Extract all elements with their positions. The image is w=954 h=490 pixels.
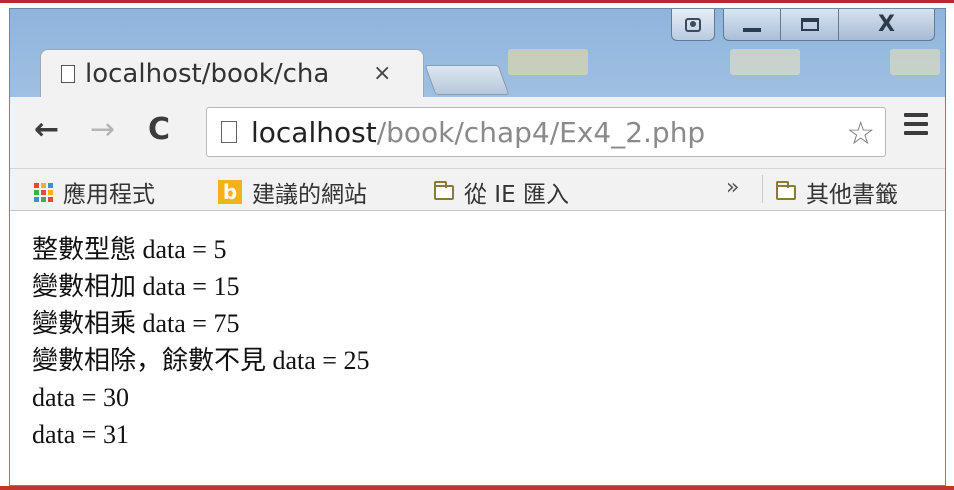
minimize-button[interactable] bbox=[723, 9, 781, 41]
back-icon[interactable]: ← bbox=[34, 115, 59, 145]
maximize-icon bbox=[800, 18, 819, 31]
bookmarks-bar: 應用程式 b 建議的網站 從 IE 匯入 » 其他書籤 bbox=[10, 169, 945, 211]
bookmarks-divider bbox=[762, 175, 763, 203]
url-path: /book/chap4/Ex4_2.php bbox=[376, 115, 706, 149]
bookmark-apps[interactable]: 應用程式 bbox=[34, 175, 155, 209]
chevron-double-right-icon: » bbox=[726, 175, 740, 200]
folder-icon bbox=[776, 180, 796, 200]
profile-icon bbox=[685, 17, 701, 32]
close-icon: X bbox=[878, 12, 895, 37]
bookmark-other-label: 其他書籤 bbox=[806, 182, 898, 208]
bing-icon: b bbox=[218, 180, 242, 204]
browser-window: X localhost/book/cha × ← → C localhost/b… bbox=[9, 8, 946, 486]
tab-close-icon[interactable]: × bbox=[373, 61, 391, 86]
reload-icon[interactable]: C bbox=[148, 115, 170, 145]
bookmark-other[interactable]: 其他書籤 bbox=[776, 175, 898, 209]
new-tab-button[interactable] bbox=[424, 65, 510, 95]
output-line: 整數型態 data = 5 bbox=[32, 235, 227, 264]
bottom-rule bbox=[0, 486, 954, 490]
forward-icon[interactable]: → bbox=[90, 115, 115, 145]
close-window-button[interactable]: X bbox=[839, 9, 935, 41]
folder-icon bbox=[434, 180, 454, 200]
minimize-icon bbox=[743, 27, 761, 32]
output-line: data = 31 bbox=[32, 420, 129, 449]
top-rule bbox=[0, 0, 954, 3]
document-icon bbox=[61, 64, 75, 83]
bookmark-suggested-label: 建議的網站 bbox=[252, 182, 367, 208]
browser-tab[interactable]: localhost/book/cha × bbox=[40, 49, 424, 97]
navigation-toolbar: ← → C localhost/book/chap4/Ex4_2.php ☆ bbox=[10, 97, 945, 169]
profile-button[interactable] bbox=[671, 9, 715, 41]
page-content: 整數型態 data = 5 變數相加 data = 15 變數相乘 data =… bbox=[10, 211, 945, 485]
output-line: 變數相除，餘數不見 data = 25 bbox=[32, 346, 370, 375]
star-icon[interactable]: ☆ bbox=[846, 114, 875, 152]
menu-icon[interactable] bbox=[904, 113, 928, 140]
apps-icon bbox=[34, 182, 53, 202]
bookmark-ie-import-label: 從 IE 匯入 bbox=[464, 182, 569, 208]
address-bar[interactable]: localhost/book/chap4/Ex4_2.php ☆ bbox=[206, 107, 886, 157]
output-line: 變數相加 data = 15 bbox=[32, 272, 240, 301]
page-info-icon[interactable] bbox=[221, 121, 237, 143]
bookmark-apps-label: 應用程式 bbox=[63, 182, 155, 208]
output-line: data = 30 bbox=[32, 383, 129, 412]
bookmark-suggested-sites[interactable]: b 建議的網站 bbox=[218, 175, 367, 209]
output-line: 變數相乘 data = 75 bbox=[32, 309, 240, 338]
bookmark-ie-import[interactable]: 從 IE 匯入 bbox=[434, 175, 569, 209]
url-host: localhost bbox=[251, 115, 377, 149]
window-caption-buttons: X bbox=[671, 9, 935, 41]
tab-title: localhost/book/cha bbox=[85, 58, 330, 89]
maximize-button[interactable] bbox=[781, 9, 839, 41]
bookmarks-overflow[interactable]: » bbox=[726, 175, 739, 200]
